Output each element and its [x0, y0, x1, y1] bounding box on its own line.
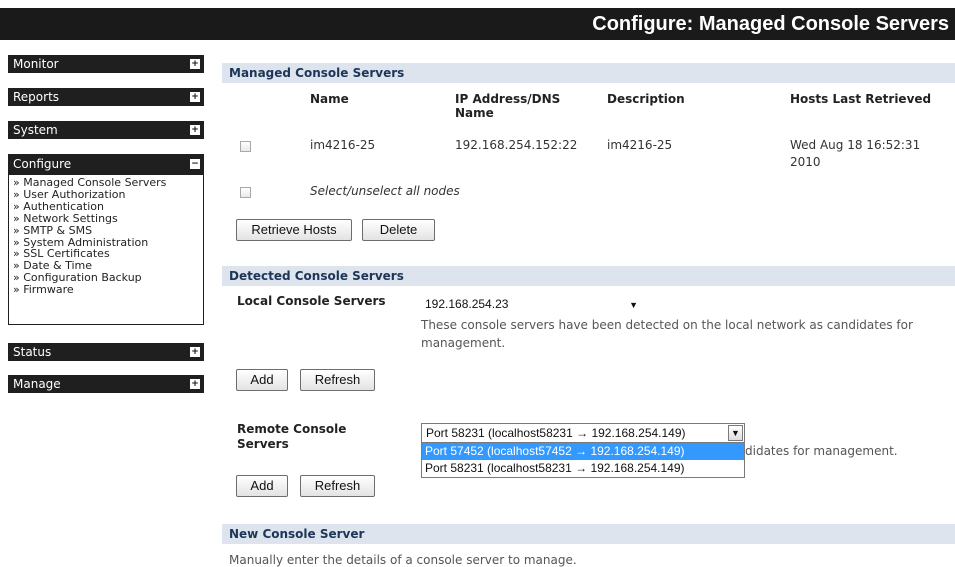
hosts-retrieved-year: 2010: [790, 155, 821, 169]
column-header-ip: IP Address/DNS Name: [455, 92, 561, 120]
sidebar-item-monitor[interactable]: Monitor +: [8, 55, 204, 73]
sidebar-item-reports[interactable]: Reports +: [8, 88, 204, 106]
header-bar: Configure: Managed Console Servers: [0, 8, 955, 40]
sidebar-item-label: Monitor: [13, 57, 59, 71]
expand-icon[interactable]: +: [190, 59, 200, 69]
sidebar-item-label: System: [13, 123, 58, 137]
server-name: im4216-25: [310, 138, 376, 152]
local-console-servers-label: Local Console Servers: [237, 294, 386, 308]
retrieve-hosts-button[interactable]: Retrieve Hosts: [236, 219, 352, 241]
delete-button[interactable]: Delete: [362, 219, 435, 241]
expand-icon[interactable]: +: [190, 379, 200, 389]
sidebar-item-label: Reports: [13, 90, 60, 104]
submenu-item-authentication[interactable]: » Authentication: [13, 200, 203, 213]
refresh-local-button[interactable]: Refresh: [300, 369, 375, 391]
column-header-name: Name: [310, 92, 349, 106]
sidebar-item-label: Configure: [13, 157, 72, 171]
add-remote-button[interactable]: Add: [236, 475, 288, 497]
select-all-label[interactable]: Select/unselect all nodes: [310, 184, 460, 198]
expand-icon[interactable]: +: [190, 347, 200, 357]
select-all-checkbox[interactable]: [240, 187, 251, 198]
row-checkbox[interactable]: [240, 141, 251, 152]
hosts-retrieved-date: Wed Aug 18 16:52:31: [790, 138, 921, 152]
add-local-button[interactable]: Add: [236, 369, 288, 391]
configure-submenu: » Managed Console Servers » User Authori…: [8, 174, 204, 325]
sidebar-item-configure[interactable]: Configure −: [8, 154, 204, 174]
section-header-managed: Managed Console Servers: [222, 63, 955, 83]
refresh-remote-button[interactable]: Refresh: [300, 475, 375, 497]
sidebar-item-manage[interactable]: Manage +: [8, 375, 204, 393]
local-console-servers-select[interactable]: 192.168.254.23 ▼: [421, 295, 646, 315]
remote-option-58231[interactable]: Port 58231 (localhost58231 → 192.168.254…: [422, 460, 744, 477]
remote-console-servers-label-2: Servers: [237, 437, 289, 451]
submenu-item-network-settings[interactable]: » Network Settings: [13, 212, 203, 225]
remote-option-57452[interactable]: Port 57452 (localhost57452 → 192.168.254…: [422, 443, 744, 460]
remote-note-partial: didates for management.: [745, 444, 898, 458]
sidebar-item-system[interactable]: System +: [8, 121, 204, 139]
chevron-down-icon: ▼: [629, 300, 638, 310]
local-note-line1: These console servers have been detected…: [421, 318, 913, 332]
expand-icon[interactable]: +: [190, 92, 200, 102]
sidebar-item-status[interactable]: Status +: [8, 343, 204, 361]
local-note-line2: management.: [421, 336, 506, 350]
submenu-item-smtp-sms[interactable]: » SMTP & SMS: [13, 224, 203, 237]
expand-icon[interactable]: +: [190, 125, 200, 135]
remote-console-servers-select[interactable]: Port 58231 (localhost58231 → 192.168.254…: [421, 423, 745, 443]
remote-selected-value: Port 58231 (localhost58231 → 192.168.254…: [426, 426, 686, 440]
server-ip: 192.168.254.152:22: [455, 138, 578, 152]
submenu-item-firmware[interactable]: » Firmware: [13, 284, 203, 296]
local-selected-value: 192.168.254.23: [425, 297, 509, 311]
server-description: im4216-25: [607, 138, 673, 152]
column-header-hosts-retrieved: Hosts Last Retrieved: [790, 92, 932, 106]
page-title: Configure: Managed Console Servers: [592, 13, 949, 35]
section-header-detected: Detected Console Servers: [222, 266, 955, 286]
column-header-description: Description: [607, 92, 685, 106]
section-header-new-server: New Console Server: [222, 524, 955, 544]
sidebar-item-label: Status: [13, 345, 52, 359]
new-server-note: Manually enter the details of a console …: [229, 553, 577, 567]
remote-dropdown-list: Port 57452 (localhost57452 → 192.168.254…: [421, 442, 745, 478]
collapse-icon[interactable]: −: [190, 159, 200, 169]
remote-console-servers-label-1: Remote Console: [237, 422, 347, 436]
sidebar-item-label: Manage: [13, 377, 61, 391]
chevron-down-icon[interactable]: ▼: [728, 425, 743, 441]
